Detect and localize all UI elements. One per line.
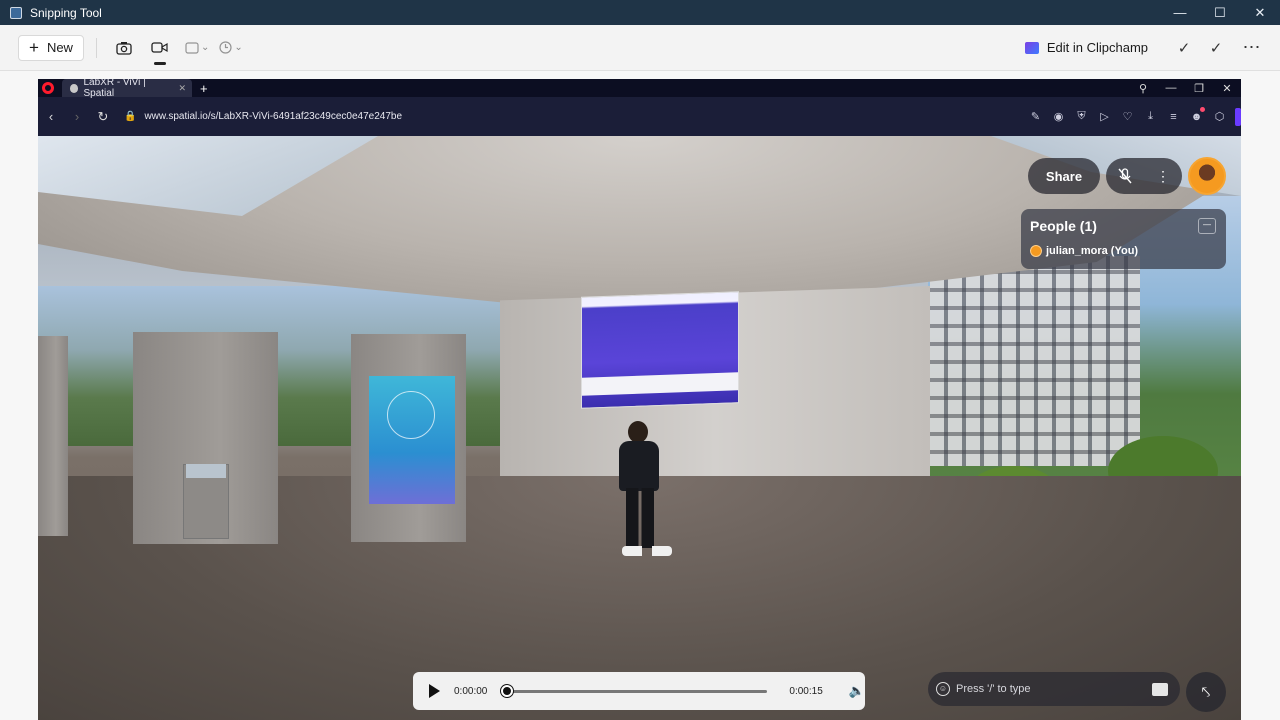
- maximize-window-button[interactable]: ☐: [1200, 0, 1240, 25]
- voice-controls: ⋮: [1106, 158, 1182, 194]
- clipchamp-label: Edit in Clipchamp: [1046, 40, 1148, 55]
- delay-dropdown[interactable]: ⌄: [219, 41, 243, 54]
- browser-tab[interactable]: LabXR - ViVi | Spatial ✕: [62, 79, 192, 99]
- snapshot-icon[interactable]: ◉: [1047, 110, 1070, 123]
- browser-tab-bar: LabXR - ViVi | Spatial ✕ + ⚲ — ❐ ✕: [38, 79, 1241, 99]
- avatar-head: [628, 421, 648, 443]
- user-avatar[interactable]: [1188, 157, 1226, 195]
- browser-close-button[interactable]: ✕: [1213, 82, 1241, 95]
- rectangle-snip-icon: [185, 41, 199, 54]
- snipping-tool-titlebar: Snipping Tool — ☐ ✕: [0, 0, 1280, 25]
- seek-bar[interactable]: [501, 684, 768, 697]
- snip-shape-dropdown[interactable]: ⌄: [185, 41, 210, 54]
- browser-restore-button[interactable]: ❐: [1185, 82, 1213, 95]
- people-panel-title: People (1): [1030, 218, 1097, 234]
- edit-in-clipchamp-button[interactable]: Edit in Clipchamp: [1024, 40, 1148, 55]
- copy-check-button[interactable]: ✓: [1200, 39, 1232, 57]
- reload-button[interactable]: ↻: [90, 109, 116, 125]
- current-time: 0:00:00: [454, 685, 488, 697]
- scene-screen-band: [582, 372, 738, 396]
- new-snip-button[interactable]: + New: [18, 34, 84, 61]
- scene-display-screen[interactable]: [581, 291, 739, 409]
- tab-title: LabXR - ViVi | Spatial: [83, 79, 146, 99]
- edit-page-icon[interactable]: ✎: [1024, 110, 1047, 123]
- avatar-shoes: [622, 546, 672, 556]
- search-tabs-icon[interactable]: ⚲: [1129, 82, 1157, 95]
- notification-dot: [1200, 106, 1205, 112]
- seek-knob[interactable]: [501, 684, 514, 697]
- flow-icon[interactable]: ▷: [1093, 110, 1116, 123]
- chevron-down-icon: ⌄: [200, 42, 210, 53]
- scene-panel: [38, 336, 68, 536]
- favorites-icon[interactable]: ♡: [1116, 110, 1139, 123]
- exit-fullscreen-button[interactable]: ⤣: [1186, 672, 1226, 712]
- clipchamp-icon: [1024, 41, 1039, 54]
- address-bar-row: ‹ › ↻ 🔒 www.spatial.io/s/LabXR-ViVi-6491…: [38, 97, 1241, 136]
- extensions-icon[interactable]: ⬡: [1208, 110, 1231, 123]
- scene-kiosk-screen: [186, 464, 226, 478]
- scene-poster-graphic: [387, 391, 435, 439]
- minimize-window-button[interactable]: —: [1160, 0, 1200, 25]
- sidebar-toggle[interactable]: [1235, 107, 1241, 126]
- chat-input[interactable]: Press '/' to type: [956, 683, 1152, 695]
- forward-button[interactable]: ›: [64, 109, 90, 124]
- window-title: Snipping Tool: [30, 5, 102, 20]
- url-field[interactable]: www.spatial.io/s/LabXR-ViVi-6491af23c49c…: [144, 111, 1024, 122]
- media-player-bar: 0:00:00 0:00:15 🔈: [413, 672, 865, 710]
- new-label: New: [46, 40, 73, 55]
- plus-icon: +: [29, 38, 39, 57]
- easy-setup-icon[interactable]: ≡: [1162, 111, 1185, 123]
- downloads-icon[interactable]: ⤓: [1139, 110, 1162, 123]
- volume-icon[interactable]: 🔈: [849, 683, 865, 699]
- avatar-legs: [626, 488, 654, 548]
- collapse-panel-button[interactable]: —: [1198, 218, 1216, 234]
- share-button[interactable]: Share: [1028, 158, 1100, 194]
- shield-icon[interactable]: ⛨: [1070, 110, 1093, 123]
- record-mode-button[interactable]: [145, 33, 175, 65]
- emoji-icon[interactable]: ☺: [936, 682, 950, 696]
- back-button[interactable]: ‹: [38, 109, 64, 124]
- snipping-tool-toolbar: + New ⌄ ⌄ Edit in Clipchamp ✓ ✓ ⋯: [0, 25, 1280, 71]
- toolbar-divider: [95, 37, 97, 58]
- participant-name: julian_mora (You): [1046, 245, 1139, 257]
- more-options-button[interactable]: ⋯: [1232, 37, 1272, 58]
- chat-input-bar[interactable]: ☺ Press '/' to type: [928, 672, 1180, 706]
- mic-muted-icon[interactable]: [1118, 168, 1132, 184]
- avatar-body: [619, 441, 659, 491]
- lock-icon: 🔒: [124, 111, 137, 122]
- video-icon: [151, 42, 169, 53]
- close-window-button[interactable]: ✕: [1240, 0, 1280, 25]
- browser-minimize-button[interactable]: —: [1157, 82, 1185, 94]
- spatial-3d-scene[interactable]: Share ⋮ People (1) — julian_mora (You) 0…: [38, 136, 1241, 720]
- browser-window: LabXR - ViVi | Spatial ✕ + ⚲ — ❐ ✕ ‹ › ↻…: [38, 79, 1241, 720]
- new-tab-button[interactable]: +: [200, 81, 208, 96]
- chat-icon[interactable]: [1152, 682, 1168, 696]
- more-vertical-icon[interactable]: ⋮: [1156, 168, 1170, 185]
- participant-avatar: [1030, 245, 1042, 257]
- total-time: 0:00:15: [789, 685, 823, 697]
- people-list-item[interactable]: julian_mora (You): [1030, 245, 1138, 257]
- snipping-tool-app-icon: [10, 6, 22, 19]
- chevron-down-icon: ⌄: [234, 42, 243, 53]
- close-tab-icon[interactable]: ✕: [178, 83, 186, 94]
- opera-logo-icon[interactable]: [42, 82, 54, 94]
- camera-icon: [116, 41, 132, 55]
- profile-icon[interactable]: ☻: [1185, 106, 1208, 123]
- tab-favicon-icon: [70, 83, 79, 93]
- clock-icon: [219, 41, 232, 54]
- scene-building: [930, 256, 1140, 466]
- screenshot-mode-button[interactable]: [109, 33, 139, 63]
- play-icon[interactable]: [429, 684, 440, 698]
- save-check-button[interactable]: ✓: [1168, 39, 1200, 57]
- people-panel: People (1) — julian_mora (You): [1021, 209, 1226, 269]
